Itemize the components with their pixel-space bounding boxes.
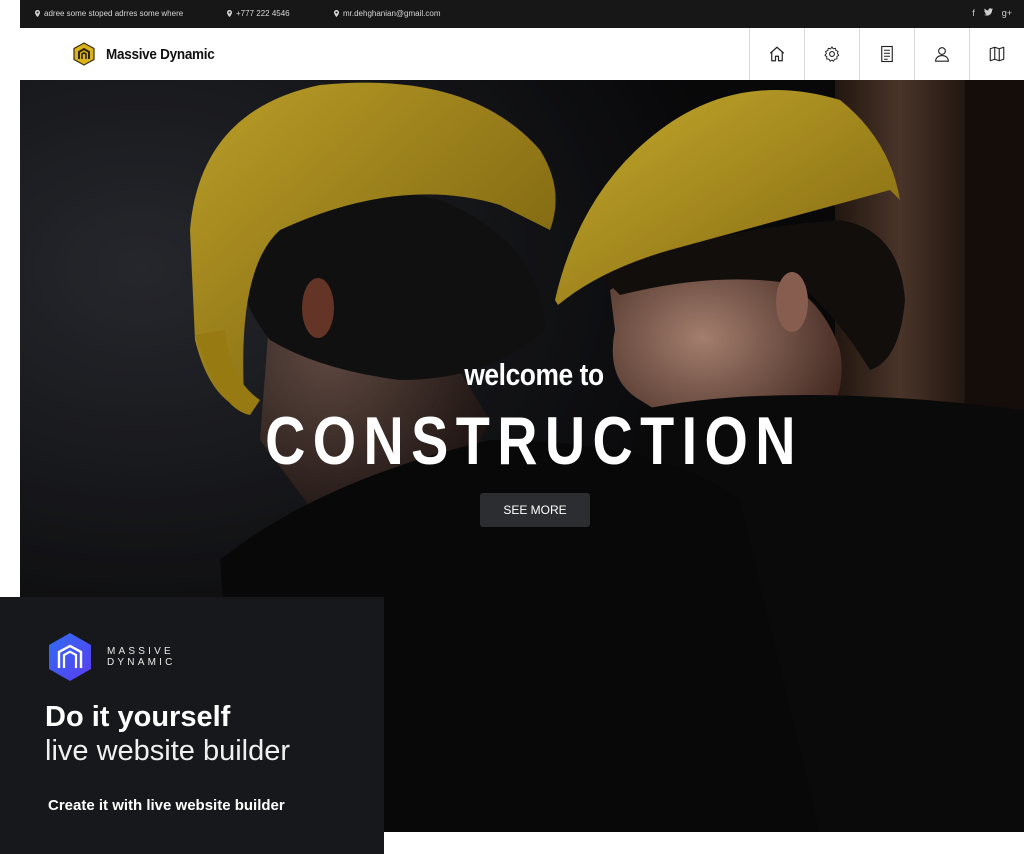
top-info-bar: adree some stoped adrres some where +777… bbox=[20, 0, 1024, 28]
address-info: adree some stoped adrres some where bbox=[35, 9, 183, 18]
document-icon bbox=[881, 45, 893, 63]
phone-text: +777 222 4546 bbox=[236, 9, 290, 18]
phone-info: +777 222 4546 bbox=[227, 9, 290, 18]
brand-logo[interactable]: Massive Dynamic bbox=[72, 42, 227, 66]
promo-logo[interactable]: MASSIVE DYNAMIC bbox=[47, 632, 176, 682]
see-more-button[interactable]: SEE MORE bbox=[480, 493, 590, 527]
address-text: adree some stoped adrres some where bbox=[44, 9, 184, 18]
gear-icon bbox=[824, 46, 840, 62]
location-pin-icon bbox=[35, 10, 40, 17]
promo-logo-line1: MASSIVE bbox=[107, 646, 174, 657]
nav-account-button[interactable] bbox=[914, 28, 969, 80]
promo-logo-text: MASSIVE DYNAMIC bbox=[107, 646, 176, 668]
brand-hexagon-icon bbox=[73, 42, 95, 66]
email-info: mr.dehghanian@gmail.com bbox=[334, 9, 441, 18]
nav-documents-button[interactable] bbox=[859, 28, 914, 80]
promo-heading: Do it yourself bbox=[45, 701, 231, 733]
header-nav bbox=[749, 28, 1024, 80]
hero-subtitle: welcome to bbox=[464, 357, 604, 392]
user-icon bbox=[935, 47, 949, 62]
facebook-icon[interactable]: f bbox=[972, 8, 975, 18]
location-pin-icon bbox=[227, 10, 232, 17]
promo-subheading: live website builder bbox=[45, 735, 291, 767]
google-plus-icon[interactable]: g+ bbox=[1002, 8, 1012, 18]
promo-cta-link[interactable]: Create it with live website builder bbox=[48, 797, 285, 814]
location-pin-icon bbox=[334, 10, 339, 17]
massive-dynamic-logo-icon bbox=[49, 633, 91, 681]
home-icon bbox=[769, 46, 785, 62]
site-header: Massive Dynamic bbox=[20, 28, 1024, 81]
nav-settings-button[interactable] bbox=[804, 28, 859, 80]
hero-title: CONSTRUCTION bbox=[265, 403, 803, 479]
social-links: f g+ bbox=[972, 8, 1012, 18]
nav-map-button[interactable] bbox=[969, 28, 1024, 80]
email-text[interactable]: mr.dehghanian@gmail.com bbox=[343, 9, 441, 18]
brand-name: Massive Dynamic bbox=[106, 45, 215, 63]
twitter-icon[interactable] bbox=[983, 8, 993, 18]
map-icon bbox=[989, 46, 1005, 62]
builder-promo-panel: MASSIVE DYNAMIC Do it yourself live webs… bbox=[0, 597, 384, 854]
nav-home-button[interactable] bbox=[749, 28, 804, 80]
promo-logo-line2: DYNAMIC bbox=[107, 657, 176, 668]
